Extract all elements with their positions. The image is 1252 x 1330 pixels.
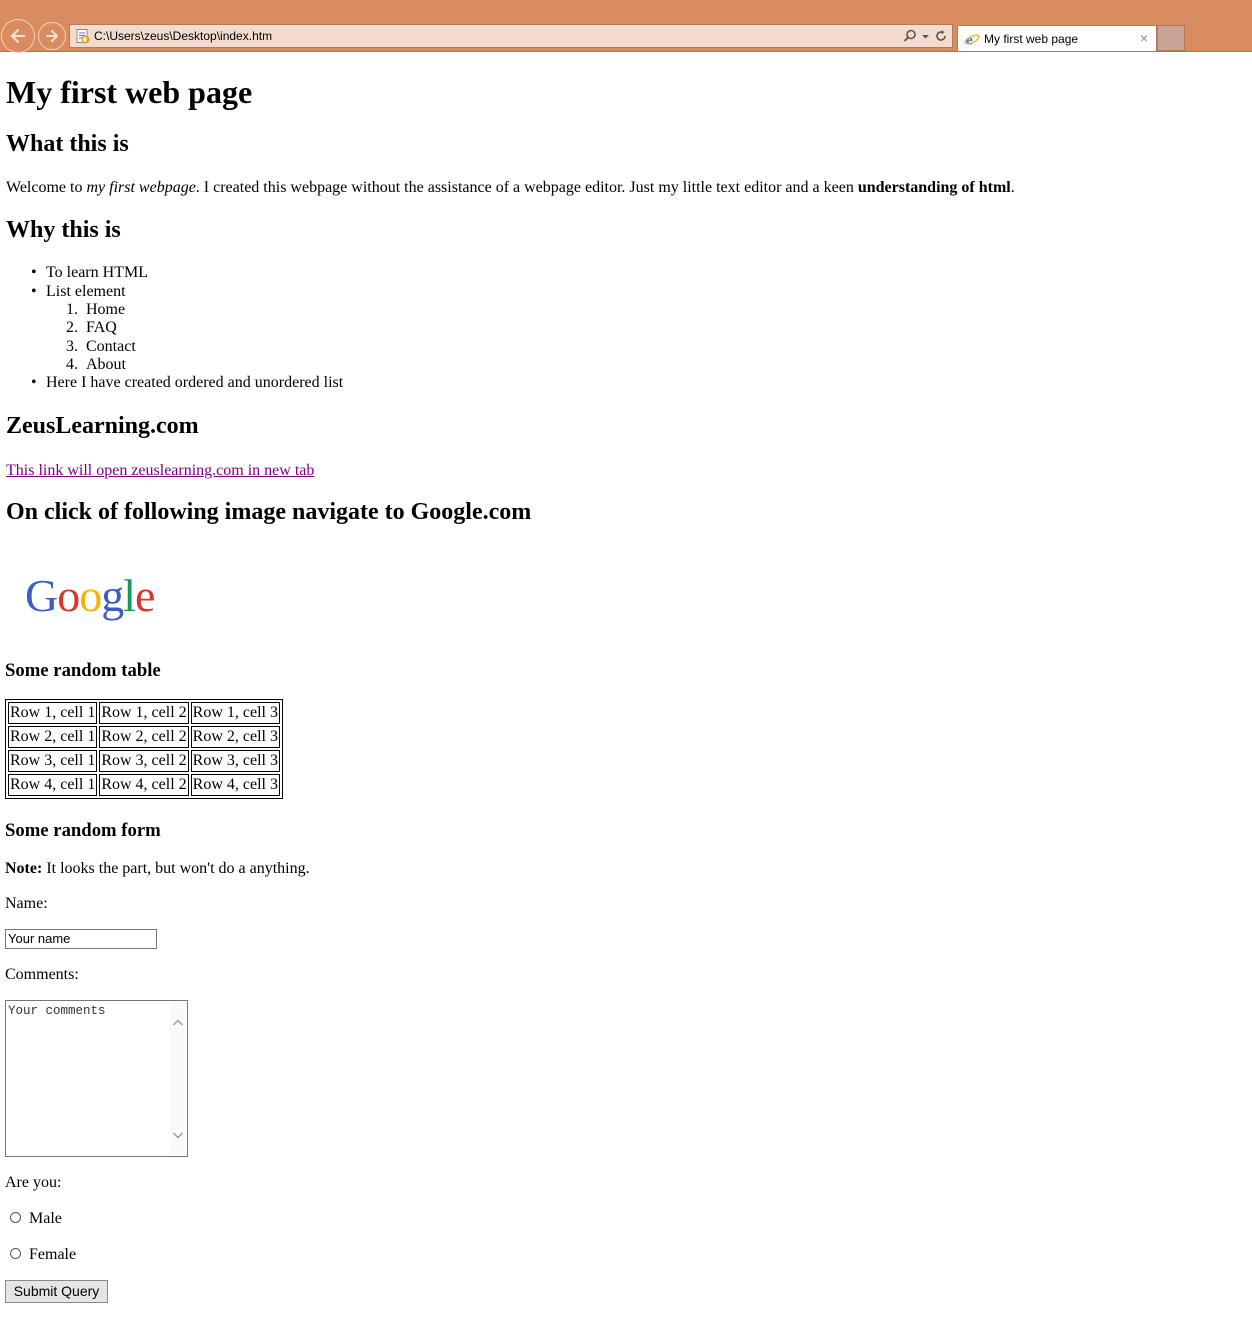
- new-tab-button[interactable]: [1157, 25, 1185, 51]
- welcome-text-b: . I created this webpage without the ass…: [195, 179, 858, 196]
- page-title: My first web page: [6, 74, 253, 110]
- textarea-scrollbar[interactable]: [170, 1002, 186, 1155]
- table-cell: Row 1, cell 1: [8, 702, 98, 724]
- sublist-label: About: [86, 355, 126, 373]
- sublist-label: FAQ: [86, 319, 117, 337]
- table-cell: Row 4, cell 3: [190, 774, 280, 796]
- radio-female-label: Female: [29, 1246, 77, 1263]
- back-arrow-icon: [10, 28, 26, 44]
- close-icon[interactable]: ×: [1140, 30, 1148, 46]
- sublist-number: 1.: [66, 301, 78, 318]
- tab-my-first-web-page[interactable]: e My first web page ×: [957, 25, 1157, 51]
- form-note: Note: It looks the part, but won't do a …: [5, 860, 310, 878]
- table-cell: Row 1, cell 3: [190, 702, 280, 724]
- table-row: Row 2, cell 1 Row 2, cell 2 Row 2, cell 3: [8, 726, 280, 748]
- address-tools: [903, 27, 948, 45]
- zeuslearning-link[interactable]: This link will open zeuslearning.com in …: [6, 462, 314, 480]
- scroll-up-icon[interactable]: [170, 1016, 186, 1030]
- sublist-item: 2. FAQ: [0, 319, 343, 337]
- forward-button[interactable]: [38, 22, 66, 50]
- refresh-icon[interactable]: [934, 29, 948, 43]
- radio-female[interactable]: [10, 1248, 21, 1259]
- welcome-paragraph: Welcome to my first webpage. I created t…: [6, 179, 1015, 197]
- comments-label: Comments:: [5, 966, 79, 983]
- back-button[interactable]: [1, 19, 35, 53]
- address-bar[interactable]: C:\Users\zeus\Desktop\index.htm: [69, 24, 953, 48]
- sublist-label: Contact: [86, 337, 136, 355]
- table-heading: Some random table: [5, 660, 161, 681]
- comments-value: Your comments: [8, 1004, 106, 1018]
- list-item-label: List element: [46, 282, 126, 300]
- address-text: C:\Users\zeus\Desktop\index.htm: [94, 29, 273, 43]
- welcome-text-strong: understanding of html: [857, 179, 1011, 196]
- page-favicon-icon: [76, 29, 90, 44]
- table-cell: Row 1, cell 2: [99, 702, 189, 724]
- browser-toolbar: C:\Users\zeus\Desktop\index.htm e My fir…: [0, 0, 1252, 53]
- sublist-number: 4.: [66, 355, 78, 373]
- dropdown-arrow-icon[interactable]: [921, 29, 930, 43]
- section-heading-google: On click of following image navigate to …: [6, 499, 532, 525]
- sublist-number: 3.: [66, 337, 78, 355]
- section-heading-zeus: ZeusLearning.com: [6, 413, 199, 439]
- google-logo-text: Google: [25, 570, 154, 621]
- google-logo-link[interactable]: Google: [6, 552, 162, 642]
- sublist-label: Home: [86, 301, 126, 318]
- scroll-down-icon[interactable]: [170, 1128, 186, 1142]
- table-cell: Row 2, cell 1: [8, 726, 98, 748]
- table-cell: Row 3, cell 2: [99, 750, 189, 772]
- form-note-label: Note:: [5, 860, 43, 877]
- table-row: Row 1, cell 1 Row 1, cell 2 Row 1, cell 3: [8, 702, 280, 724]
- random-table-body: Row 1, cell 1 Row 1, cell 2 Row 1, cell 3R…: [8, 702, 280, 796]
- sublist-number: 2.: [66, 319, 78, 337]
- table-cell: Row 2, cell 3: [190, 726, 280, 748]
- section-heading-why: Why this is: [6, 217, 121, 243]
- tab-title: My first web page: [984, 32, 1079, 46]
- table-cell: Row 4, cell 1: [8, 774, 98, 796]
- sublist-item: 3. Contact: [0, 338, 343, 356]
- ordered-sublist: 1. Home 2. FAQ 3. Contact 4. About: [0, 301, 343, 374]
- welcome-text-em: my first webpage: [86, 179, 196, 196]
- ordered-sublist-wrap: 1. Home 2. FAQ 3. Contact 4. About: [0, 301, 343, 374]
- name-input[interactable]: Your name: [5, 929, 157, 949]
- forward-arrow-icon: [46, 30, 58, 42]
- name-label: Name:: [5, 895, 48, 912]
- radio-male-label: Male: [29, 1210, 62, 1227]
- table-cell: Row 3, cell 1: [8, 750, 98, 772]
- table-row: Row 3, cell 1 Row 3, cell 2 Row 3, cell 3: [8, 750, 280, 772]
- table-row: Row 4, cell 1 Row 4, cell 2 Row 4, cell 3: [8, 774, 280, 796]
- sublist-item: 1. Home: [0, 301, 343, 319]
- table-cell: Row 3, cell 3: [190, 750, 280, 772]
- section-heading-what: What this is: [6, 131, 129, 157]
- welcome-text-a: Welcome to: [6, 179, 87, 196]
- ie-logo-icon: e: [964, 33, 980, 47]
- list-item: To learn HTML: [0, 264, 343, 283]
- comments-textarea[interactable]: Your comments: [5, 1000, 188, 1157]
- form-note-text: It looks the part, but won't do a anythi…: [42, 860, 310, 877]
- google-logo: Google: [25, 570, 155, 621]
- submit-button[interactable]: Submit Query: [5, 1280, 108, 1303]
- sublist-item: 4. About: [0, 356, 343, 374]
- table-cell: Row 2, cell 2: [99, 726, 189, 748]
- list-item: List element: [0, 283, 343, 302]
- are-you-label: Are you:: [5, 1174, 62, 1191]
- why-list: To learn HTML List element 1. Home 2. FAQ …: [0, 264, 343, 393]
- table-cell: Row 4, cell 2: [99, 774, 189, 796]
- search-icon[interactable]: [903, 29, 917, 43]
- radio-male[interactable]: [10, 1212, 21, 1223]
- random-table: Row 1, cell 1 Row 1, cell 2 Row 1, cell 3R…: [5, 699, 283, 799]
- form-heading: Some random form: [5, 820, 161, 841]
- welcome-text-c: .: [1010, 179, 1015, 196]
- list-item: Here I have created ordered and unordere…: [0, 374, 343, 393]
